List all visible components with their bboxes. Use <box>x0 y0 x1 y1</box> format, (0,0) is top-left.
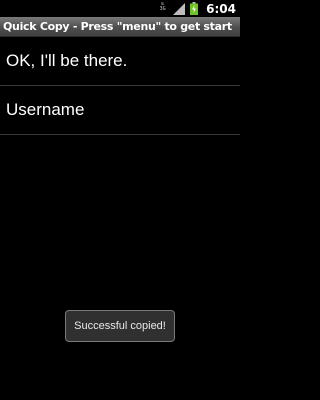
app-title-bar: Quick Copy - Press "menu" to get start <box>0 17 240 37</box>
list-item-label: Username <box>6 100 85 119</box>
toast-notification: Successful copied! <box>65 310 175 342</box>
list-item[interactable]: Username <box>0 86 240 135</box>
phrase-list: OK, I'll be there. Username <box>0 37 240 135</box>
list-item-label: OK, I'll be there. <box>6 51 128 70</box>
battery-charging-icon <box>190 2 199 15</box>
status-bar: ⇅ 3G 6:04 <box>0 0 240 17</box>
signal-strength-icon <box>173 2 186 15</box>
network-activity-icon: ⇅ 3G <box>159 0 166 12</box>
clock: 6:04 <box>206 1 236 16</box>
list-item[interactable]: OK, I'll be there. <box>0 37 240 86</box>
network-type-label: 3G <box>159 5 166 12</box>
app-title: Quick Copy - Press "menu" to get start <box>3 20 232 33</box>
status-icons: ⇅ 3G 6:04 <box>157 0 236 17</box>
toast-message: Successful copied! <box>74 320 166 332</box>
